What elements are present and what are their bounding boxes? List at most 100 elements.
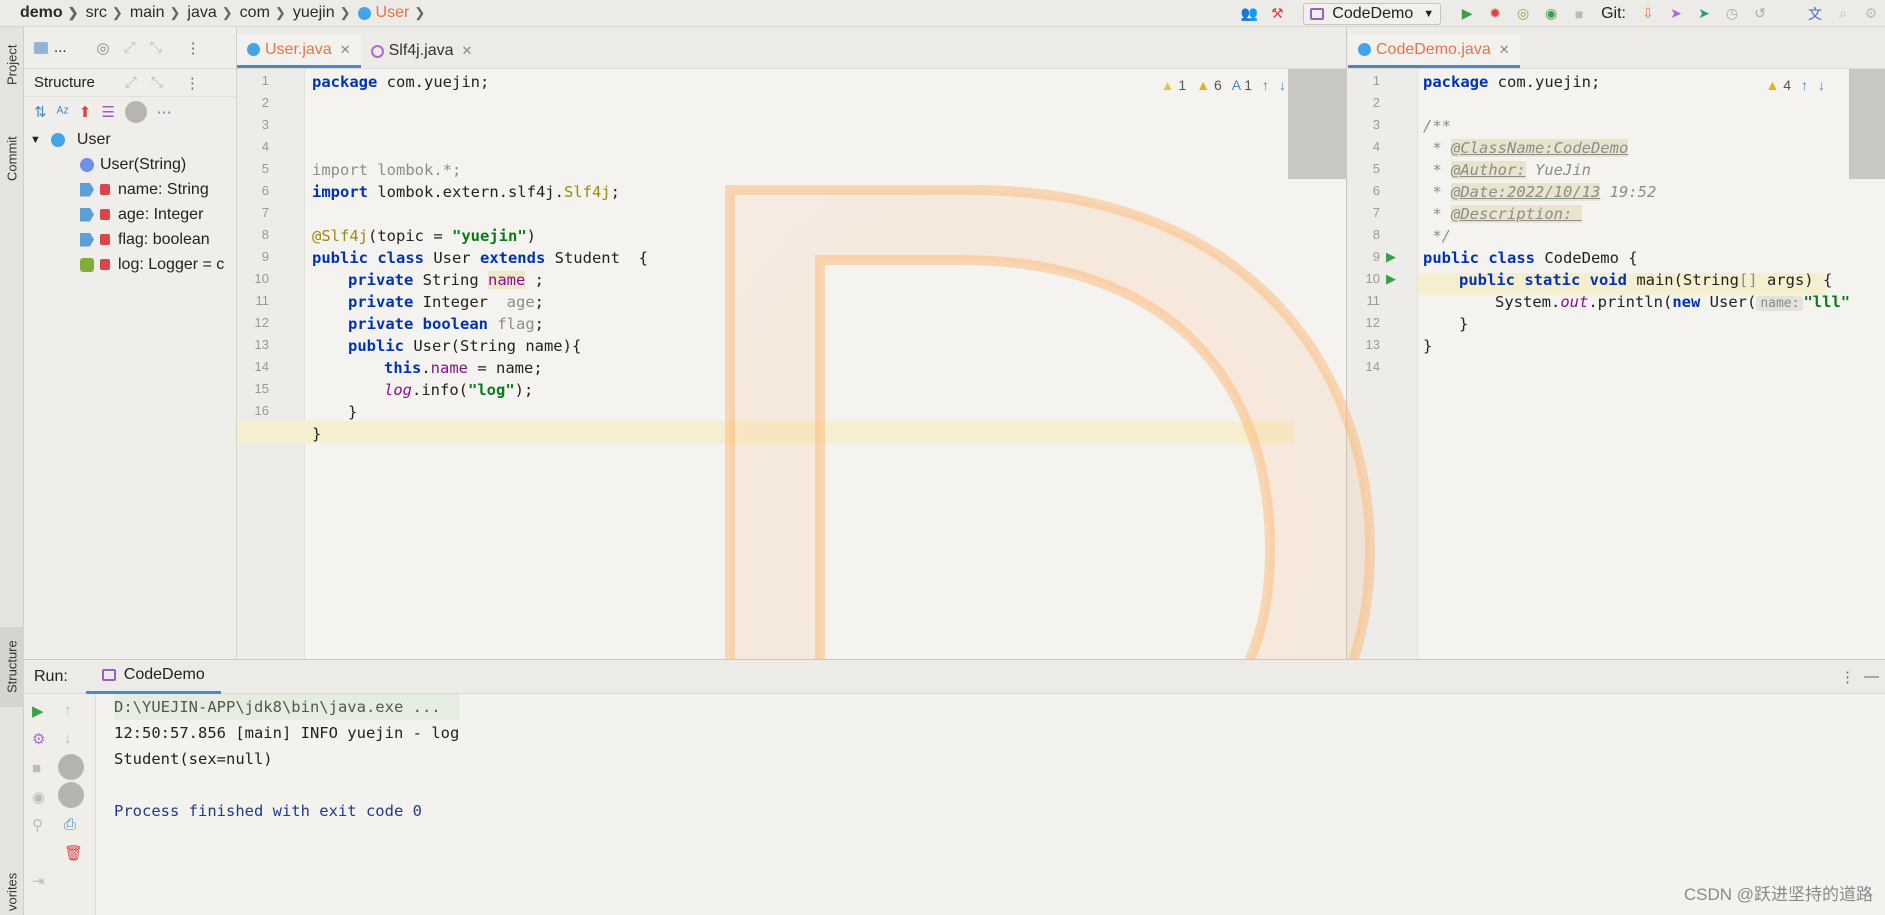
options-icon[interactable]: ⋮ <box>185 74 200 92</box>
expand-icon[interactable]: ⤢ <box>124 39 136 56</box>
breadcrumb-item[interactable]: main ❯ <box>130 4 188 22</box>
tree-item-field[interactable]: age: Integer <box>24 202 236 227</box>
tab-codedemo-java[interactable]: CodeDemo.java ✕ <box>1348 34 1520 68</box>
tab-user-java[interactable]: User.java ✕ <box>237 34 361 68</box>
git-history-icon[interactable]: ◷ <box>1721 3 1743 25</box>
structure-tool-tab[interactable]: Structure <box>0 627 24 707</box>
close-icon[interactable]: ✕ <box>1499 42 1510 58</box>
settings-icon[interactable]: ⚙ <box>32 730 45 748</box>
camera-icon[interactable]: ◉ <box>32 788 45 806</box>
minimap[interactable] <box>1849 69 1885 179</box>
debug-icon[interactable]: ✹ <box>1484 3 1506 25</box>
editor-user-java: User.java ✕ Slf4j.java ✕ 1 2 3 4 5 6 7 8… <box>237 27 1347 659</box>
expand-all-icon[interactable]: ⤢ <box>125 74 137 91</box>
class-icon <box>247 43 260 56</box>
parameter-hint: name: <box>1756 296 1804 311</box>
print-icon[interactable]: ⎙ <box>64 816 76 833</box>
soft-wrap-icon[interactable] <box>58 754 84 780</box>
git-rollback-icon[interactable]: ↺ <box>1749 3 1771 25</box>
breadcrumb-item[interactable]: java ❯ <box>187 4 239 22</box>
previous-highlight-icon[interactable]: ↑ <box>1262 77 1269 93</box>
commit-tool-tab[interactable]: Commit <box>0 127 24 191</box>
application-icon <box>1310 7 1325 20</box>
close-icon[interactable]: ✕ <box>340 42 351 58</box>
tree-root[interactable]: ▼ User <box>24 127 236 152</box>
run-gutter-icon[interactable]: ▶ <box>1386 249 1396 265</box>
line-number: 9 <box>1372 249 1380 264</box>
coverage-icon[interactable]: ◎ <box>1512 3 1534 25</box>
rerun-icon[interactable]: ▶ <box>32 702 44 720</box>
target-icon[interactable]: ◎ <box>97 39 110 57</box>
typo-icon: A <box>1231 77 1241 93</box>
users-icon[interactable]: 👥 <box>1238 3 1260 25</box>
tree-item-field[interactable]: flag: boolean <box>24 227 236 252</box>
previous-highlight-icon[interactable]: ↑ <box>1801 77 1808 93</box>
tree-item-field[interactable]: name: String <box>24 177 236 202</box>
git-push-icon[interactable]: ➤ <box>1693 3 1715 25</box>
inspection-widget[interactable]: ▲ 1 ▲ 6 A 1 ↑ ↓ <box>1161 77 1286 93</box>
breadcrumb-current[interactable]: User ❯ <box>357 4 433 22</box>
translate-icon[interactable]: 文 <box>1804 3 1826 25</box>
run-header: Run: CodeDemo ⋮ — <box>24 660 1885 694</box>
application-icon <box>101 669 116 681</box>
code-line: import lombok.*; <box>312 161 462 179</box>
sort-alphabetically-icon[interactable]: ᴬᶻ <box>57 104 69 121</box>
structure-tab-label[interactable]: ... <box>54 39 67 56</box>
editor-tab-bar: CodeDemo.java ✕ <box>1348 27 1885 69</box>
pin-icon[interactable]: ⚲ <box>32 816 43 834</box>
show-inherited-icon[interactable]: ⬆ <box>79 103 92 121</box>
line-number: 10 <box>1365 271 1380 286</box>
code-line: @Slf4j(topic = "yuejin") <box>312 227 536 245</box>
next-highlight-icon[interactable]: ↓ <box>1818 77 1825 93</box>
tree-item-field[interactable]: log: Logger = c <box>24 252 236 277</box>
scroll-down-icon[interactable]: ↓ <box>64 730 72 747</box>
line-number: 1 <box>261 73 269 88</box>
trash-icon[interactable]: 🗑 <box>64 844 83 862</box>
run-configuration-select[interactable]: CodeDemo ▼ <box>1303 2 1442 25</box>
project-tool-tab[interactable]: Project <box>0 35 24 95</box>
show-fields-icon[interactable]: ☰ <box>101 103 114 121</box>
breadcrumb-item[interactable]: yuejin ❯ <box>293 4 358 22</box>
search-icon[interactable]: ⌕ <box>1832 3 1854 25</box>
tab-slf4j-java[interactable]: Slf4j.java ✕ <box>361 34 483 68</box>
line-number: 16 <box>254 403 269 418</box>
code-line: package com.yuejin; <box>1423 73 1601 91</box>
more-tools-icon[interactable]: ⋯ <box>157 103 172 121</box>
sort-by-visibility-icon[interactable]: ⇅ <box>34 103 47 121</box>
line-number: 14 <box>254 359 269 374</box>
collapse-all-icon[interactable]: ⤡ <box>151 74 163 91</box>
code-line: private boolean flag; <box>348 315 544 333</box>
console-line: D:\YUEJIN-APP\jdk8\bin\java.exe ... <box>114 694 460 720</box>
stop-icon[interactable]: ■ <box>32 760 41 777</box>
stop-icon[interactable]: ■ <box>1568 3 1590 25</box>
run-gutter-icon[interactable]: ▶ <box>1386 271 1396 287</box>
lock-icon <box>100 209 110 220</box>
breadcrumb-item[interactable]: src ❯ <box>86 4 130 22</box>
minimize-icon[interactable]: — <box>1864 668 1879 685</box>
line-number: 15 <box>254 381 269 396</box>
collapse-icon[interactable]: ⤡ <box>150 39 162 56</box>
navigate-icon[interactable] <box>124 101 147 123</box>
breadcrumb-item[interactable]: com ❯ <box>240 4 293 22</box>
build-hammer-icon[interactable]: ⚒ <box>1266 3 1288 25</box>
tree-item-constructor[interactable]: User(String) <box>24 152 236 177</box>
minimap[interactable] <box>1288 69 1346 179</box>
scroll-to-end-icon[interactable] <box>58 782 84 808</box>
more-icon[interactable]: ⋮ <box>186 39 201 57</box>
breadcrumb-item[interactable]: demo ❯ <box>20 4 86 22</box>
next-highlight-icon[interactable]: ↓ <box>1279 77 1286 93</box>
close-icon[interactable]: ✕ <box>462 43 473 59</box>
run-icon[interactable]: ▶ <box>1456 3 1478 25</box>
code-line: public static void main(String[] args) { <box>1459 271 1833 289</box>
options-icon[interactable]: ⋮ <box>1840 668 1855 686</box>
inspection-widget[interactable]: ▲ 4 ↑ ↓ <box>1765 77 1825 93</box>
scroll-up-icon[interactable]: ↑ <box>64 702 72 719</box>
favorites-tool-tab[interactable]: vorites <box>0 869 24 915</box>
profile-icon[interactable]: ◉ <box>1540 3 1562 25</box>
run-tab-codedemo[interactable]: CodeDemo <box>85 660 221 694</box>
settings-icon[interactable]: ⚙ <box>1860 3 1882 25</box>
git-commit-icon[interactable]: ➤ <box>1665 3 1687 25</box>
git-update-icon[interactable]: ⇩ <box>1637 3 1659 25</box>
exit-icon[interactable]: ⇥ <box>32 872 45 890</box>
console-output[interactable]: D:\YUEJIN-APP\jdk8\bin\java.exe ... 12:5… <box>114 694 460 824</box>
